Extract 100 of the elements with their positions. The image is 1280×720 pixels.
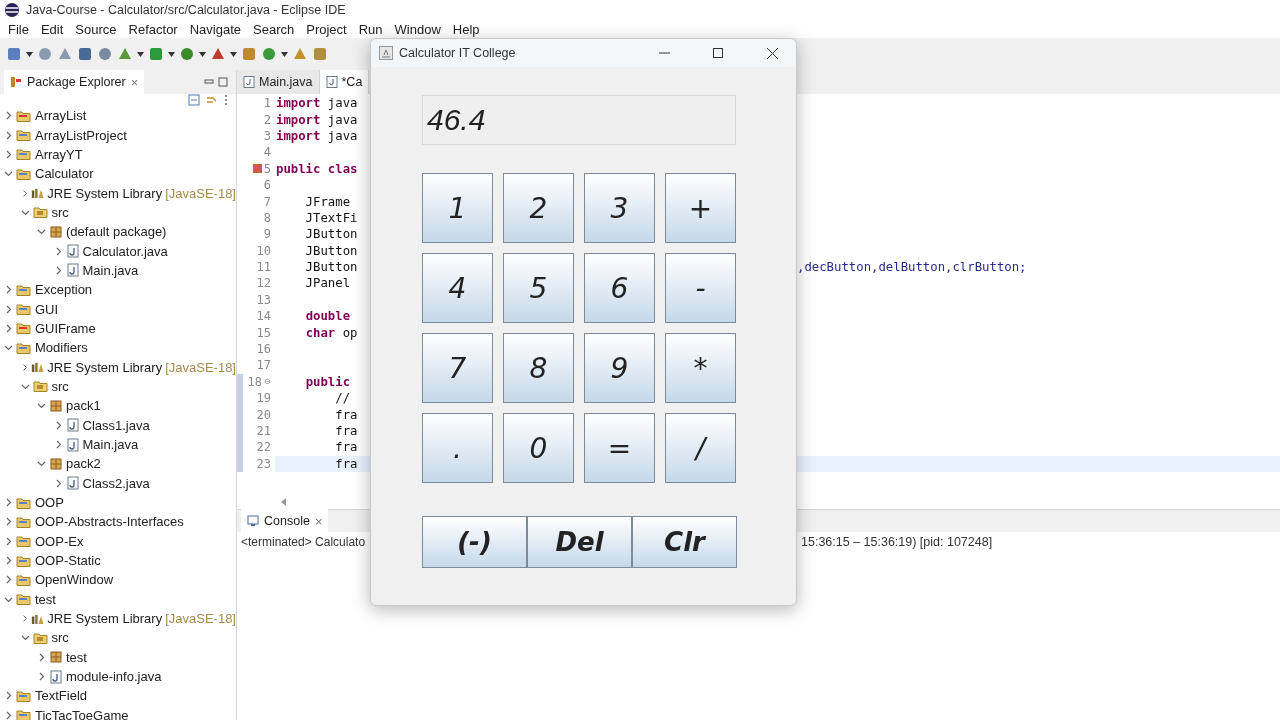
caret-icon[interactable] xyxy=(26,51,33,57)
project-folder-icon xyxy=(16,592,32,607)
tree-item[interactable]: OOP-Ex xyxy=(0,531,236,551)
tree-item[interactable]: TextField xyxy=(0,686,236,706)
menu-item[interactable]: Search xyxy=(249,21,303,37)
code-line: double xyxy=(304,309,351,324)
menu-item[interactable]: Run xyxy=(354,21,391,37)
tree-item[interactable]: Class2.java xyxy=(0,473,236,493)
tree-item[interactable]: ArrayList xyxy=(0,106,236,126)
caret-icon[interactable] xyxy=(281,51,288,57)
tree-item[interactable]: Main.java xyxy=(0,260,236,281)
key-button[interactable]: 2 xyxy=(503,173,574,243)
source-folder-icon xyxy=(32,205,49,220)
menu-item[interactable]: Help xyxy=(448,21,488,37)
tree-item[interactable]: Calculator.java xyxy=(0,241,236,261)
tree-item[interactable]: src xyxy=(0,628,236,648)
tree-item[interactable]: TicTacToeGame xyxy=(0,705,236,720)
key-button[interactable]: 4 xyxy=(422,253,493,323)
chevron-down-icon[interactable] xyxy=(20,633,30,643)
tree-item[interactable]: pack1 xyxy=(0,396,236,416)
java-file-icon xyxy=(65,476,80,491)
editor-tab[interactable]: *Ca xyxy=(319,70,370,94)
tree-item[interactable]: Calculator xyxy=(0,164,236,184)
package-icon xyxy=(49,398,63,413)
view-tab[interactable]: Console × xyxy=(241,509,329,533)
tree-item[interactable]: JRE System Library [JavaSE-18] xyxy=(0,608,236,629)
menu-item[interactable]: Navigate xyxy=(185,21,249,37)
console-text: <terminated> Calculato xyxy=(241,535,366,549)
tree-item[interactable]: GUI xyxy=(0,299,236,319)
tree-item[interactable]: test xyxy=(0,647,236,667)
key-button[interactable]: = xyxy=(584,413,655,483)
key-button[interactable]: / xyxy=(665,413,736,483)
key-button[interactable]: 1 xyxy=(422,173,493,243)
view-tab[interactable]: Package Explorer × xyxy=(4,70,145,94)
chevron-down-icon[interactable] xyxy=(4,169,13,179)
close-icon[interactable]: × xyxy=(130,74,139,90)
tree-item[interactable]: OOP xyxy=(0,492,236,513)
key-button[interactable]: - xyxy=(665,253,736,323)
chevron-down-icon[interactable] xyxy=(4,343,13,353)
chevron-down-icon[interactable] xyxy=(37,459,46,469)
key-button[interactable]: 3 xyxy=(584,173,655,243)
key-button[interactable]: 8 xyxy=(503,333,574,403)
tree-item[interactable]: ArrayYT xyxy=(0,144,236,165)
maximize-icon[interactable] xyxy=(713,48,723,58)
menu-item[interactable]: Refactor xyxy=(124,21,186,37)
tree-item[interactable]: JRE System Library [JavaSE-18] xyxy=(0,183,236,203)
tree-item[interactable]: ArrayListProject xyxy=(0,125,236,145)
tree-item[interactable]: Modifiers xyxy=(0,338,236,358)
caret-icon[interactable] xyxy=(168,51,175,57)
tree-item[interactable]: OOP-Static xyxy=(0,550,236,571)
key-button[interactable]: * xyxy=(665,333,736,403)
tree-item[interactable]: module-info.java xyxy=(0,666,236,687)
key-button[interactable]: 0 xyxy=(503,413,574,483)
project-folder-icon xyxy=(16,302,32,317)
menu-item[interactable]: Source xyxy=(71,21,125,37)
display-field[interactable]: 46.4 xyxy=(422,95,736,145)
more-icon[interactable] xyxy=(224,94,228,106)
tree-item[interactable]: Main.java xyxy=(0,434,236,455)
menu-item[interactable]: Window xyxy=(390,21,449,37)
close-icon[interactable] xyxy=(766,47,778,59)
caret-icon[interactable] xyxy=(137,51,144,57)
chevron-right-icon[interactable] xyxy=(20,362,28,372)
key-button[interactable]: 6 xyxy=(584,253,655,323)
key-button[interactable]: (-) xyxy=(422,516,527,568)
minimize-icon[interactable] xyxy=(204,77,214,87)
tree-item[interactable]: test xyxy=(0,589,236,609)
caret-icon[interactable] xyxy=(230,51,237,57)
key-button[interactable]: 7 xyxy=(422,333,493,403)
tree-item[interactable]: OOP-Abstracts-Interfaces xyxy=(0,512,236,532)
tree-item[interactable]: JRE System Library [JavaSE-18] xyxy=(0,357,236,377)
collapse-all-icon[interactable] xyxy=(188,94,200,106)
tree-item[interactable]: src xyxy=(0,202,236,223)
tree-item[interactable]: (default package) xyxy=(0,222,236,242)
menu-item[interactable]: File xyxy=(4,21,37,37)
menu-item[interactable]: Edit xyxy=(36,21,72,37)
caret-icon[interactable] xyxy=(199,51,206,57)
minimize-icon[interactable] xyxy=(658,52,670,54)
fold-icon[interactable]: ⊖ xyxy=(264,377,271,387)
chevron-right-icon[interactable] xyxy=(20,188,28,198)
key-button[interactable]: 9 xyxy=(584,333,655,403)
key-button[interactable]: . xyxy=(422,413,493,483)
chevron-right-icon[interactable] xyxy=(20,614,28,624)
scroll-left-icon[interactable] xyxy=(281,498,287,506)
tree-item[interactable]: GUIFrame xyxy=(0,318,236,339)
close-icon[interactable]: × xyxy=(314,513,323,529)
project-folder-icon xyxy=(16,166,32,181)
menu-item[interactable]: Project xyxy=(302,21,355,37)
tree-item[interactable]: Exception xyxy=(0,280,236,300)
tree-item[interactable]: pack2 xyxy=(0,454,236,474)
tree-item-label: OpenWindow xyxy=(35,572,114,588)
tree-item[interactable]: src xyxy=(0,376,236,397)
tree-item[interactable]: Class1.java xyxy=(0,415,236,435)
key-button[interactable]: Del xyxy=(527,516,632,568)
tree-item-label: Main.java xyxy=(82,262,139,278)
key-button[interactable]: Clr xyxy=(632,516,737,568)
tree-item[interactable]: OpenWindow xyxy=(0,570,236,590)
key-button[interactable]: + xyxy=(665,173,736,243)
editor-tab[interactable]: Main.java xyxy=(237,70,320,94)
line-number: 4 xyxy=(263,145,271,160)
key-button[interactable]: 5 xyxy=(503,253,574,323)
